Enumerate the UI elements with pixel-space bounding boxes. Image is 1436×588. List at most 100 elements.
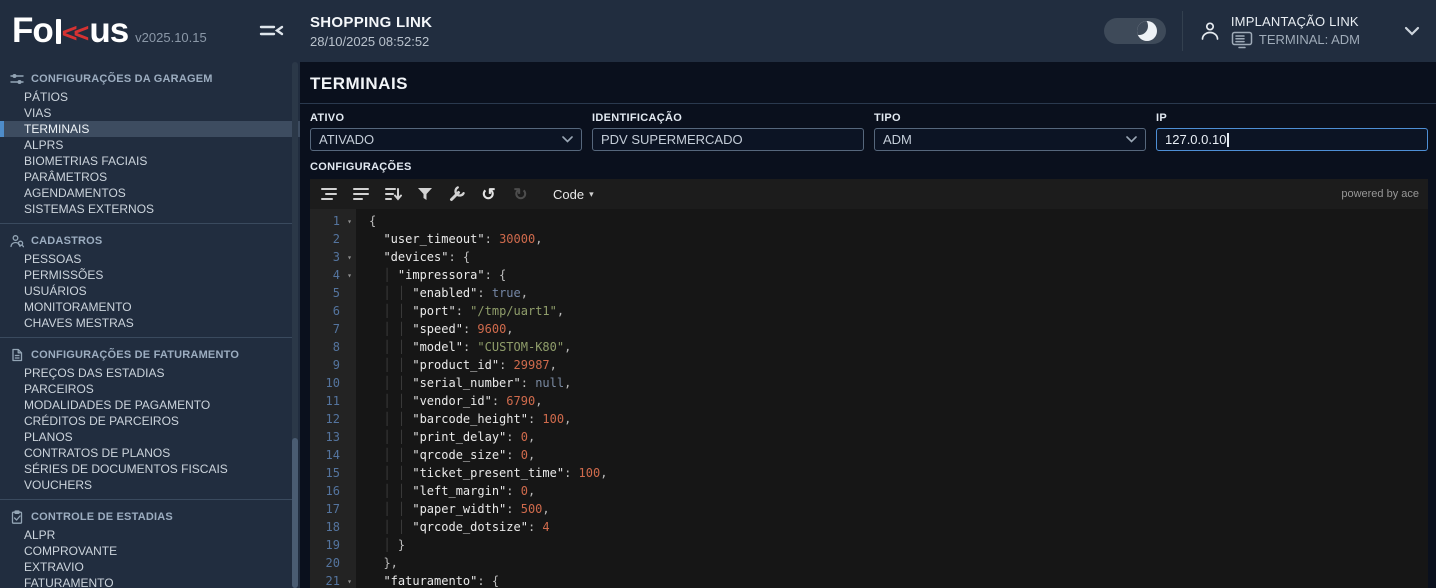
code-text: "devices": { — [356, 248, 470, 266]
field-ip: IP 127.0.0.10 — [1156, 112, 1428, 151]
sidebar-item-biometrias-faciais[interactable]: BIOMETRIAS FACIAIS — [0, 153, 300, 169]
header-right: IMPLANTAÇÃO LINK TERMINAL: ADM — [1104, 11, 1420, 51]
sidebar-item-alpr[interactable]: ALPR — [0, 527, 296, 543]
sidebar-item-contratos-de-planos[interactable]: CONTRATOS DE PLANOS — [0, 445, 296, 461]
sidebar-scrollbar-thumb[interactable] — [292, 438, 298, 588]
indent-guide — [369, 232, 383, 246]
sidebar-item-terminais[interactable]: TERMINAIS — [0, 121, 300, 137]
indent-guide: │ — [369, 268, 398, 282]
ativo-select[interactable]: ATIVADO — [310, 128, 582, 151]
code-text: │ │ "paper_width": 500, — [356, 500, 550, 518]
sidebar-item-parceiros[interactable]: PARCEIROS — [0, 381, 296, 397]
line-number: 18 — [310, 518, 356, 536]
input-value: PDV SUPERMERCADO — [601, 132, 743, 147]
format-icon[interactable] — [319, 185, 338, 204]
sidebar-item-vouchers[interactable]: VOUCHERS — [0, 477, 296, 493]
code-line: 13 │ │ "print_delay": 0, — [310, 428, 1428, 446]
fold-toggle-icon[interactable]: ▾ — [347, 267, 352, 285]
undo-icon[interactable]: ↺ — [479, 185, 498, 204]
sidebar-item-modalidades-de-pagamento[interactable]: MODALIDADES DE PAGAMENTO — [0, 397, 296, 413]
code-text: "faturamento": { — [356, 572, 499, 588]
code-text: │ } — [356, 536, 405, 554]
indent-guide: │ │ — [369, 502, 412, 516]
code-line: 7 │ │ "speed": 9600, — [310, 320, 1428, 338]
terminal-form: ATIVOATIVADO IDENTIFICAÇÃO PDV SUPERMERCAD… — [310, 112, 1428, 151]
sidebar-item-usuarios[interactable]: USUÁRIOS — [0, 283, 296, 299]
line-number: 14 — [310, 446, 356, 464]
code-line: 4▾ │ "impressora": { — [310, 266, 1428, 284]
sort-icon[interactable] — [383, 185, 402, 204]
sidebar: Fo<<us v2025.10.15 CONFIGURAÇÕES DA GARA… — [0, 0, 300, 588]
redo-icon[interactable]: ↻ — [511, 185, 530, 204]
dark-mode-toggle[interactable] — [1104, 18, 1166, 44]
field-label: IP — [1156, 112, 1428, 124]
sidebar-item-alprs[interactable]: ALPRS — [0, 137, 300, 153]
code-text: │ │ "barcode_height": 100, — [356, 410, 571, 428]
logo-k-chevrons: << — [62, 18, 86, 49]
powered-by-ace: powered by ace — [1341, 188, 1419, 200]
sidebar-collapse-icon[interactable] — [258, 20, 284, 42]
line-number: 19 — [310, 536, 356, 554]
sidebar-item-pessoas[interactable]: PESSOAS — [0, 251, 296, 267]
sidebar-item-patios[interactable]: PÁTIOS — [0, 89, 300, 105]
sidebar-item-planos[interactable]: PLANOS — [0, 429, 296, 445]
sidebar-item-sistemas-externos[interactable]: SISTEMAS EXTERNOS — [0, 201, 300, 217]
line-number: 21▾ — [310, 572, 356, 588]
line-number: 15 — [310, 464, 356, 482]
mode-select-button[interactable]: Code ▾ — [553, 187, 594, 202]
code-text: "user_timeout": 30000, — [356, 230, 542, 248]
code-text: │ │ "speed": 9600, — [356, 320, 514, 338]
line-number: 10 — [310, 374, 356, 392]
compact-icon[interactable] — [351, 185, 370, 204]
repair-icon[interactable] — [447, 185, 466, 204]
sidebar-item-creditos-de-parceiros[interactable]: CRÉDITOS DE PARCEIROS — [0, 413, 296, 429]
sidebar-item-vias[interactable]: VIAS — [0, 105, 300, 121]
indent-guide: │ │ — [369, 430, 412, 444]
code-text: │ │ "product_id": 29987, — [356, 356, 557, 374]
filter-icon[interactable] — [415, 185, 434, 204]
code-area[interactable]: 1▾{2 "user_timeout": 30000,3▾ "devices":… — [310, 209, 1428, 588]
field-ativo: ATIVOATIVADO — [310, 112, 582, 151]
input-value: 127.0.0.10 — [1165, 132, 1229, 148]
field-label: IDENTIFICAÇÃO — [592, 112, 864, 124]
ip-input[interactable]: 127.0.0.10 — [1156, 128, 1428, 151]
account-menu[interactable]: IMPLANTAÇÃO LINK TERMINAL: ADM — [1199, 14, 1360, 49]
code-line: 11 │ │ "vendor_id": 6790, — [310, 392, 1428, 410]
sidebar-item-comprovante[interactable]: COMPROVANTE — [0, 543, 296, 559]
sidebar-item-chaves-mestras[interactable]: CHAVES MESTRAS — [0, 315, 296, 331]
line-number: 7 — [310, 320, 356, 338]
sidebar-item-extravio[interactable]: EXTRAVIO — [0, 559, 296, 575]
indent-guide: │ │ — [369, 466, 412, 480]
sidebar-section: CADASTROSPESSOASPERMISSÕESUSUÁRIOSMONITO… — [0, 223, 296, 331]
page-title: TERMINAIS — [310, 74, 1428, 94]
line-number: 8 — [310, 338, 356, 356]
indent-guide: │ — [369, 538, 398, 552]
fold-toggle-icon[interactable]: ▾ — [347, 573, 352, 588]
garage-title: SHOPPING LINK — [310, 14, 432, 31]
tipo-select[interactable]: ADM — [874, 128, 1146, 151]
sidebar-item-agendamentos[interactable]: AGENDAMENTOS — [0, 185, 300, 201]
sidebar-item-precos-das-estadias[interactable]: PREÇOS DAS ESTADIAS — [0, 365, 296, 381]
code-text: │ │ "enabled": true, — [356, 284, 528, 302]
line-number: 3▾ — [310, 248, 356, 266]
indent-guide: │ │ — [369, 304, 412, 318]
fold-toggle-icon[interactable]: ▾ — [347, 249, 352, 267]
chevron-down-icon[interactable] — [1404, 26, 1420, 36]
sidebar-item-series-de-documentos-fiscais[interactable]: SÉRIES DE DOCUMENTOS FISCAIS — [0, 461, 296, 477]
identificacao-input[interactable]: PDV SUPERMERCADO — [592, 128, 864, 151]
fold-toggle-icon[interactable]: ▾ — [347, 213, 352, 231]
sidebar-section-header: CONFIGURAÇÕES DE FATURAMENTO — [0, 344, 296, 365]
code-line: 19 │ } — [310, 536, 1428, 554]
sidebar-item-monitoramento[interactable]: MONITORAMENTO — [0, 299, 296, 315]
line-number: 4▾ — [310, 266, 356, 284]
sidebar-item-permissoes[interactable]: PERMISSÕES — [0, 267, 296, 283]
code-line: 5 │ │ "enabled": true, — [310, 284, 1428, 302]
line-number: 2 — [310, 230, 356, 248]
indent-guide: │ │ — [369, 484, 412, 498]
clipboard-check-icon — [9, 509, 24, 524]
sidebar-item-parametros[interactable]: PARÂMETROS — [0, 169, 300, 185]
sidebar-item-faturamento[interactable]: FATURAMENTO — [0, 575, 296, 588]
code-line: 1▾{ — [310, 212, 1428, 230]
code-line: 17 │ │ "paper_width": 500, — [310, 500, 1428, 518]
sidebar-section-label: CONFIGURAÇÕES DE FATURAMENTO — [31, 349, 239, 361]
